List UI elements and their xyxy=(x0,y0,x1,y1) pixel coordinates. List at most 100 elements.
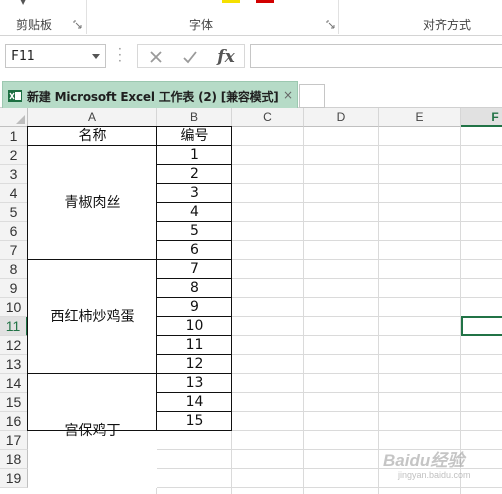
select-all-corner[interactable] xyxy=(0,108,28,127)
column-header-d[interactable]: D xyxy=(304,108,379,127)
header-cell-name[interactable]: 名称 xyxy=(28,127,157,146)
cell-border xyxy=(156,183,232,184)
row-header[interactable]: 15 xyxy=(0,393,28,412)
document-tab[interactable]: 新建 Microsoft Excel 工作表 (2) [兼容模式] × xyxy=(2,81,298,108)
gridline xyxy=(378,127,379,494)
column-header-c[interactable]: C xyxy=(232,108,304,127)
chevron-down-icon[interactable] xyxy=(92,54,100,59)
number-cell[interactable]: 5 xyxy=(157,222,232,241)
chevron-down-icon[interactable]: ▼ xyxy=(20,0,26,6)
cell-border xyxy=(27,145,232,146)
formula-input[interactable] xyxy=(250,44,502,68)
selected-cell-f11[interactable] xyxy=(461,316,502,336)
cell-border xyxy=(156,316,232,317)
name-box[interactable]: F11 xyxy=(5,44,106,68)
enter-check-icon[interactable] xyxy=(176,47,204,67)
spreadsheet-grid[interactable]: A B C D E F 1 2 3 4 5 6 7 8 9 10 11 12 13 14 15 16 17 18 19 名称 编号青… xyxy=(0,108,502,494)
font-dialog-launcher-icon[interactable] xyxy=(326,20,335,29)
name-box-value: F11 xyxy=(11,49,35,64)
watermark-url: jingyan.baidu.com xyxy=(398,470,471,480)
row-header[interactable]: 14 xyxy=(0,374,28,393)
row-header[interactable]: 4 xyxy=(0,184,28,203)
column-header-e[interactable]: E xyxy=(379,108,461,127)
row-header[interactable]: 3 xyxy=(0,165,28,184)
number-cell[interactable]: 14 xyxy=(157,393,232,412)
number-cell[interactable]: 4 xyxy=(157,203,232,222)
ribbon-separator xyxy=(338,0,339,34)
row-header[interactable]: 19 xyxy=(0,469,28,488)
gridline xyxy=(460,127,461,494)
document-tab-strip: 新建 Microsoft Excel 工作表 (2) [兼容模式] × xyxy=(0,78,502,108)
cell-border xyxy=(27,430,232,431)
number-cell[interactable]: 11 xyxy=(157,336,232,355)
cell-border xyxy=(156,240,232,241)
row-header[interactable]: 13 xyxy=(0,355,28,374)
new-tab-button[interactable] xyxy=(299,84,325,108)
formula-bar: F11 · · · fx xyxy=(0,36,502,78)
cell-border xyxy=(231,127,232,431)
number-cell[interactable]: 10 xyxy=(157,317,232,336)
cancel-icon[interactable] xyxy=(142,47,170,67)
group-label-alignment: 对齐方式 xyxy=(423,18,472,32)
row-header[interactable]: 10 xyxy=(0,298,28,317)
cell-border xyxy=(156,335,232,336)
number-cell[interactable]: 3 xyxy=(157,184,232,203)
row-header[interactable]: 7 xyxy=(0,241,28,260)
font-color-swatch-red xyxy=(256,0,274,3)
number-cell[interactable]: 6 xyxy=(157,241,232,260)
column-header-a[interactable]: A xyxy=(28,108,157,127)
watermark-logo: Baidu经验 xyxy=(383,451,465,470)
row-header[interactable]: 6 xyxy=(0,222,28,241)
ribbon-group-labels: ▼ 剪贴板 字体 对齐方式 xyxy=(0,0,502,36)
cell-border xyxy=(156,392,232,393)
cell-border xyxy=(156,297,232,298)
cell-border xyxy=(27,127,28,431)
number-cell[interactable]: 13 xyxy=(157,374,232,393)
row-header[interactable]: 5 xyxy=(0,203,28,222)
row-header[interactable]: 1 xyxy=(0,127,28,146)
drag-handle-icon[interactable]: · · · xyxy=(118,43,122,67)
group-label-clipboard: 剪贴板 xyxy=(16,18,53,32)
merged-name-cell[interactable]: 宫保鸡丁 xyxy=(28,374,157,488)
cell-border xyxy=(27,126,232,127)
row-header[interactable]: 2 xyxy=(0,146,28,165)
cell-border xyxy=(156,221,232,222)
gridline xyxy=(303,127,304,494)
formula-buttons: fx xyxy=(137,44,245,68)
merged-name-cell[interactable]: 西红柿炒鸡蛋 xyxy=(28,260,157,374)
cell-border xyxy=(156,164,232,165)
row-header[interactable]: 11 xyxy=(0,317,28,336)
number-cell[interactable]: 8 xyxy=(157,279,232,298)
row-header[interactable]: 18 xyxy=(0,450,28,469)
row-header[interactable]: 12 xyxy=(0,336,28,355)
row-header[interactable]: 17 xyxy=(0,431,28,450)
cell-border xyxy=(156,278,232,279)
number-cell[interactable]: 12 xyxy=(157,355,232,374)
row-header[interactable]: 16 xyxy=(0,412,28,431)
ribbon-separator xyxy=(86,0,87,34)
row-header[interactable]: 8 xyxy=(0,260,28,279)
cell-border xyxy=(156,202,232,203)
group-label-font: 字体 xyxy=(189,18,214,32)
number-cell[interactable]: 15 xyxy=(157,412,232,431)
cell-border xyxy=(27,259,232,260)
header-cell-number[interactable]: 编号 xyxy=(157,127,232,146)
row-header[interactable]: 9 xyxy=(0,279,28,298)
cell-border xyxy=(156,411,232,412)
document-tab-title: 新建 Microsoft Excel 工作表 (2) [兼容模式] xyxy=(27,90,279,104)
clipboard-dialog-launcher-icon[interactable] xyxy=(73,20,82,29)
cell-border xyxy=(156,354,232,355)
font-color-swatch-yellow xyxy=(222,0,240,3)
close-icon[interactable]: × xyxy=(283,88,293,102)
number-cell[interactable]: 9 xyxy=(157,298,232,317)
excel-icon xyxy=(8,88,22,102)
cell-border xyxy=(27,373,232,374)
cell-border xyxy=(156,127,157,431)
insert-function-icon[interactable]: fx xyxy=(212,47,240,67)
column-header-f[interactable]: F xyxy=(461,108,502,127)
number-cell[interactable]: 1 xyxy=(157,146,232,165)
column-header-b[interactable]: B xyxy=(157,108,232,127)
number-cell[interactable]: 2 xyxy=(157,165,232,184)
merged-name-cell[interactable]: 青椒肉丝 xyxy=(28,146,157,260)
number-cell[interactable]: 7 xyxy=(157,260,232,279)
